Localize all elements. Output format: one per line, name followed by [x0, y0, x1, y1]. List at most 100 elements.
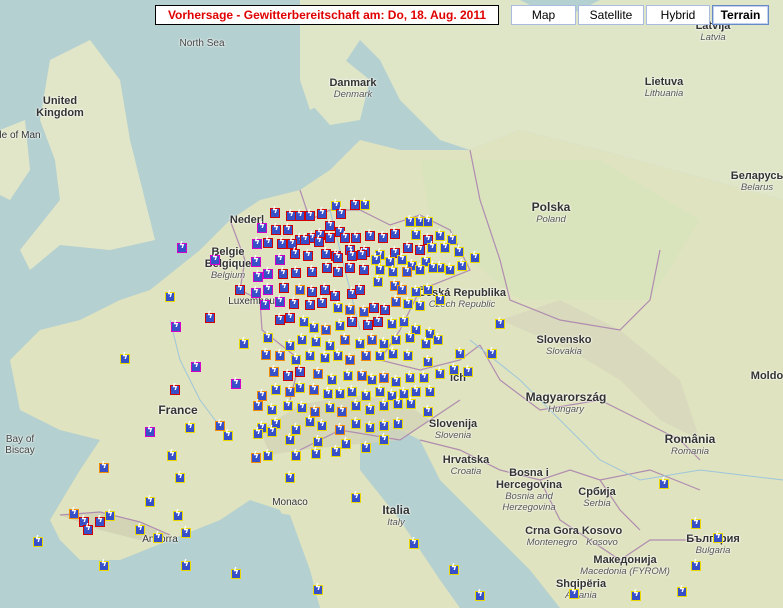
- map-type-satellite-button[interactable]: Satellite: [578, 5, 644, 25]
- thunderstorm-icon[interactable]: [69, 507, 79, 519]
- thunderstorm-icon[interactable]: [378, 231, 388, 243]
- thunderstorm-icon[interactable]: [333, 349, 343, 361]
- thunderstorm-icon[interactable]: [449, 363, 459, 375]
- thunderstorm-icon[interactable]: [307, 285, 317, 297]
- thunderstorm-icon[interactable]: [278, 267, 288, 279]
- thunderstorm-icon[interactable]: [305, 349, 315, 361]
- thunderstorm-icon[interactable]: [295, 381, 305, 393]
- thunderstorm-icon[interactable]: [406, 397, 416, 409]
- thunderstorm-icon[interactable]: [335, 387, 345, 399]
- thunderstorm-icon[interactable]: [355, 337, 365, 349]
- thunderstorm-icon[interactable]: [455, 347, 465, 359]
- thunderstorm-icon[interactable]: [359, 305, 369, 317]
- thunderstorm-icon[interactable]: [423, 355, 433, 367]
- thunderstorm-icon[interactable]: [347, 315, 357, 327]
- thunderstorm-icon[interactable]: [167, 449, 177, 461]
- thunderstorm-icon[interactable]: [275, 253, 285, 265]
- thunderstorm-icon[interactable]: [145, 425, 155, 437]
- thunderstorm-icon[interactable]: [397, 253, 407, 265]
- thunderstorm-icon[interactable]: [428, 261, 438, 273]
- thunderstorm-icon[interactable]: [283, 399, 293, 411]
- thunderstorm-icon[interactable]: [330, 289, 340, 301]
- thunderstorm-icon[interactable]: [435, 293, 445, 305]
- thunderstorm-icon[interactable]: [99, 461, 109, 473]
- thunderstorm-icon[interactable]: [373, 315, 383, 327]
- thunderstorm-icon[interactable]: [275, 313, 285, 325]
- thunderstorm-icon[interactable]: [433, 333, 443, 345]
- thunderstorm-icon[interactable]: [487, 347, 497, 359]
- thunderstorm-icon[interactable]: [351, 491, 361, 503]
- thunderstorm-icon[interactable]: [105, 509, 115, 521]
- map-type-hybrid-button[interactable]: Hybrid: [646, 5, 710, 25]
- thunderstorm-icon[interactable]: [309, 321, 319, 333]
- thunderstorm-icon[interactable]: [261, 348, 271, 360]
- thunderstorm-icon[interactable]: [335, 423, 345, 435]
- thunderstorm-icon[interactable]: [423, 283, 433, 295]
- thunderstorm-icon[interactable]: [231, 377, 241, 389]
- thunderstorm-icon[interactable]: [321, 323, 331, 335]
- thunderstorm-icon[interactable]: [321, 247, 331, 259]
- thunderstorm-icon[interactable]: [317, 419, 327, 431]
- thunderstorm-icon[interactable]: [423, 215, 433, 227]
- thunderstorm-icon[interactable]: [411, 228, 421, 240]
- thunderstorm-icon[interactable]: [435, 367, 445, 379]
- thunderstorm-icon[interactable]: [419, 371, 429, 383]
- thunderstorm-icon[interactable]: [171, 320, 181, 332]
- thunderstorm-icon[interactable]: [313, 435, 323, 447]
- thunderstorm-icon[interactable]: [271, 223, 281, 235]
- thunderstorm-icon[interactable]: [297, 401, 307, 413]
- thunderstorm-icon[interactable]: [277, 237, 287, 249]
- thunderstorm-icon[interactable]: [363, 318, 373, 330]
- thunderstorm-icon[interactable]: [341, 437, 351, 449]
- thunderstorm-icon[interactable]: [271, 383, 281, 395]
- thunderstorm-icon[interactable]: [365, 403, 375, 415]
- thunderstorm-icon[interactable]: [350, 198, 360, 210]
- thunderstorm-icon[interactable]: [320, 351, 330, 363]
- thunderstorm-icon[interactable]: [713, 531, 723, 543]
- thunderstorm-icon[interactable]: [415, 299, 425, 311]
- thunderstorm-icon[interactable]: [391, 333, 401, 345]
- thunderstorm-icon[interactable]: [340, 333, 350, 345]
- thunderstorm-icon[interactable]: [403, 241, 413, 253]
- thunderstorm-icon[interactable]: [279, 281, 289, 293]
- thunderstorm-icon[interactable]: [283, 369, 293, 381]
- thunderstorm-icon[interactable]: [269, 365, 279, 377]
- thunderstorm-icon[interactable]: [33, 535, 43, 547]
- thunderstorm-icon[interactable]: [379, 433, 389, 445]
- thunderstorm-icon[interactable]: [631, 589, 641, 601]
- thunderstorm-icon[interactable]: [299, 315, 309, 327]
- thunderstorm-icon[interactable]: [403, 297, 413, 309]
- thunderstorm-icon[interactable]: [99, 559, 109, 571]
- thunderstorm-icon[interactable]: [153, 531, 163, 543]
- thunderstorm-icon[interactable]: [336, 207, 346, 219]
- thunderstorm-icon[interactable]: [457, 259, 467, 271]
- thunderstorm-icon[interactable]: [333, 251, 343, 263]
- thunderstorm-icon[interactable]: [311, 335, 321, 347]
- thunderstorm-icon[interactable]: [297, 333, 307, 345]
- thunderstorm-icon[interactable]: [239, 337, 249, 349]
- thunderstorm-icon[interactable]: [387, 317, 397, 329]
- thunderstorm-icon[interactable]: [411, 385, 421, 397]
- thunderstorm-icon[interactable]: [345, 303, 355, 315]
- thunderstorm-icon[interactable]: [300, 233, 310, 245]
- thunderstorm-icon[interactable]: [369, 301, 379, 313]
- thunderstorm-icon[interactable]: [263, 267, 273, 279]
- thunderstorm-icon[interactable]: [120, 352, 130, 364]
- thunderstorm-icon[interactable]: [325, 401, 335, 413]
- thunderstorm-icon[interactable]: [411, 285, 421, 297]
- thunderstorm-icon[interactable]: [305, 415, 315, 427]
- thunderstorm-icon[interactable]: [388, 347, 398, 359]
- thunderstorm-icon[interactable]: [285, 385, 295, 397]
- thunderstorm-icon[interactable]: [345, 261, 355, 273]
- thunderstorm-icon[interactable]: [263, 236, 273, 248]
- thunderstorm-icon[interactable]: [351, 417, 361, 429]
- thunderstorm-icon[interactable]: [337, 405, 347, 417]
- thunderstorm-icon[interactable]: [359, 263, 369, 275]
- thunderstorm-icon[interactable]: [659, 477, 669, 489]
- thunderstorm-icon[interactable]: [355, 283, 365, 295]
- thunderstorm-icon[interactable]: [311, 447, 321, 459]
- map-canvas[interactable]: North Sea United Kingdom le of Man Danmar…: [0, 0, 783, 608]
- thunderstorm-icon[interactable]: [323, 387, 333, 399]
- thunderstorm-icon[interactable]: [185, 421, 195, 433]
- thunderstorm-icon[interactable]: [307, 265, 317, 277]
